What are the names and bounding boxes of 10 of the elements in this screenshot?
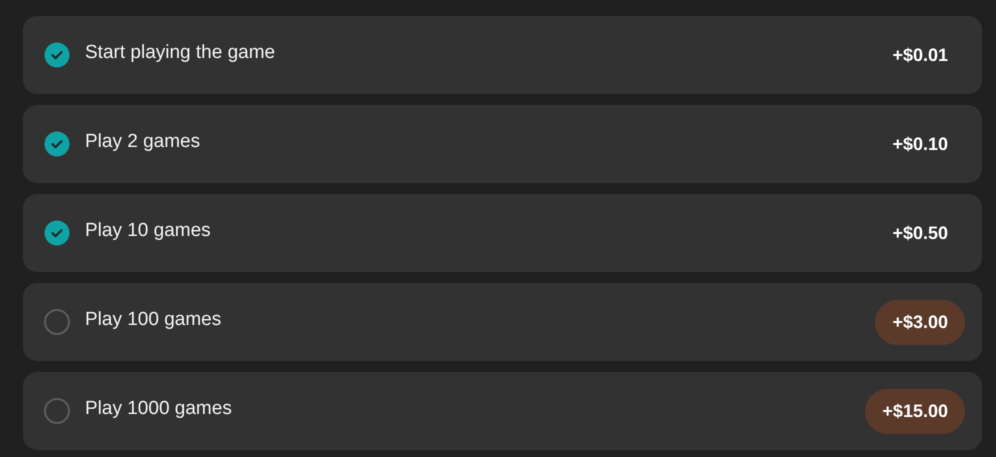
reward-amount: +$15.00 xyxy=(865,388,965,434)
reward-amount: +$0.10 xyxy=(891,132,949,156)
reward-amount: +$0.01 xyxy=(891,44,949,66)
reward-amount: +$3.00 xyxy=(875,300,965,344)
reward-amount: +$0.50 xyxy=(891,222,949,244)
task-label: Play 2 games xyxy=(85,130,200,154)
task-label: Play 10 games xyxy=(85,219,211,244)
task-label: Play 100 games xyxy=(85,308,222,332)
task-label: Play 1000 games xyxy=(85,397,232,422)
task-label: Start playing the game xyxy=(85,41,276,66)
